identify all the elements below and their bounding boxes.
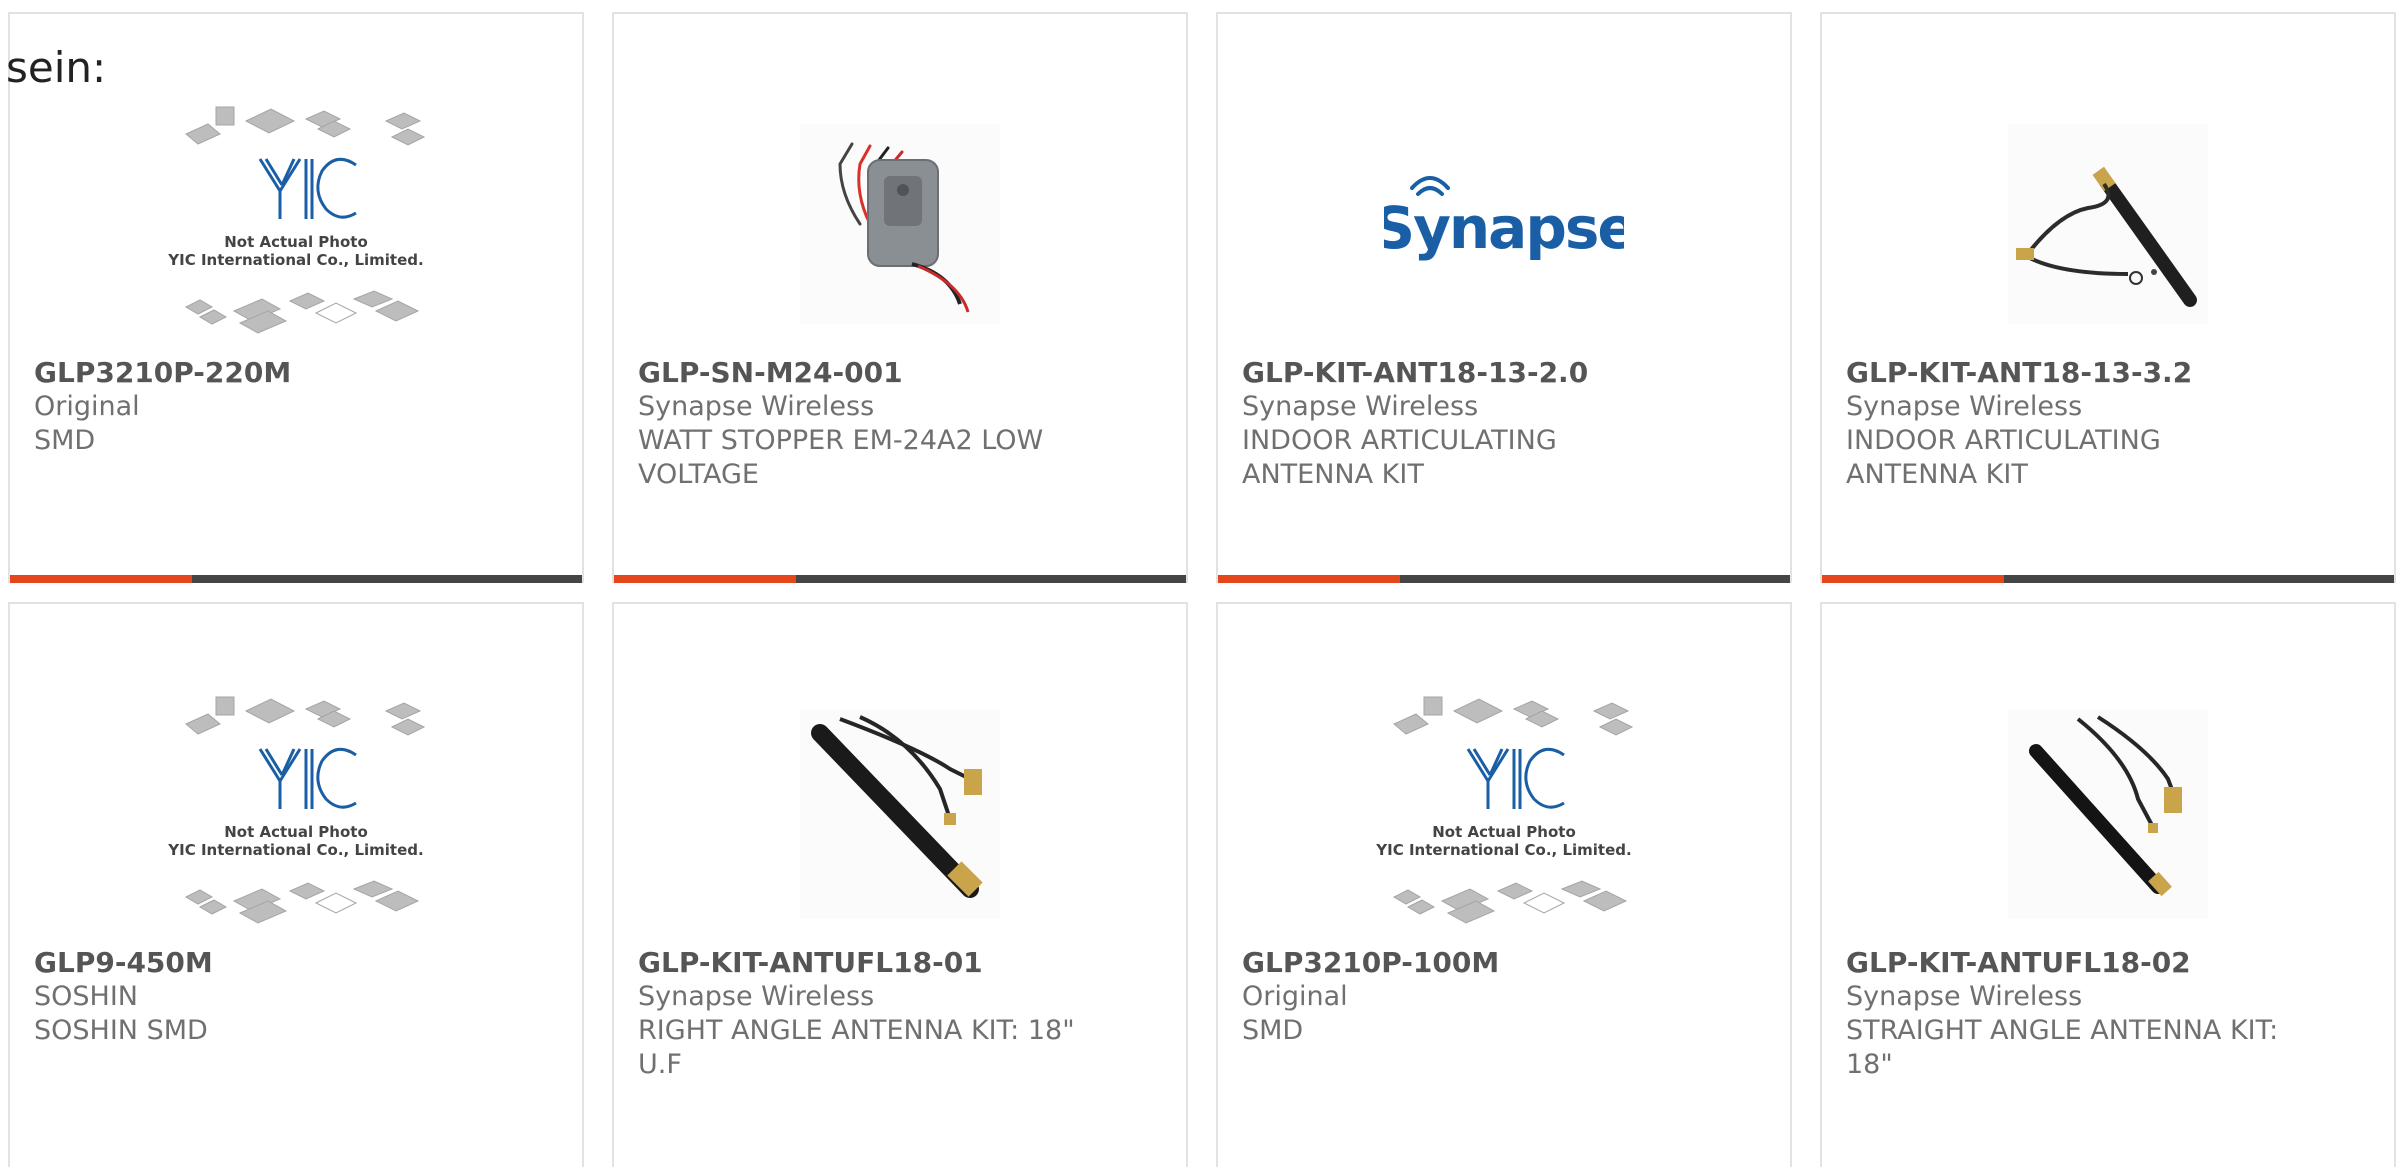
product-card[interactable]: Not Actual Photo YIC International Co., … [8, 602, 584, 1167]
intro-text: sein: [6, 43, 107, 92]
manufacturer: SOSHIN [34, 981, 138, 1012]
description: INDOOR ARTICULATING ANTENNA KIT [1846, 425, 2161, 490]
accent-bar [1218, 575, 1400, 583]
placeholder-line2: YIC International Co., Limited. [167, 841, 423, 859]
placeholder-line1: Not Actual Photo [1432, 823, 1576, 841]
product-image[interactable] [1822, 94, 2394, 354]
product-card[interactable]: Not Actual Photo YIC International Co., … [1216, 602, 1792, 1167]
part-number[interactable]: GLP-KIT-ANT18-13-3.2 [1846, 356, 2192, 390]
product-card[interactable]: Synapse GLP-KIT-ANT18-13-2.0 Synapse Wir… [1216, 12, 1792, 583]
description: SMD [1242, 1015, 1304, 1046]
part-number[interactable]: GLP3210P-100M [1242, 946, 1499, 980]
product-card[interactable]: GLP-KIT-ANT18-13-3.2 Synapse Wireless IN… [1820, 12, 2396, 583]
product-card[interactable]: GLP-SN-M24-001 Synapse Wireless WATT STO… [612, 12, 1188, 583]
description: RIGHT ANGLE ANTENNA KIT: 18" U.F [638, 1015, 1075, 1080]
description: INDOOR ARTICULATING ANTENNA KIT [1242, 425, 1557, 490]
yic-placeholder-icon: Not Actual Photo YIC International Co., … [1375, 696, 1634, 924]
accent-bar [1822, 575, 2004, 583]
manufacturer: Synapse Wireless [1846, 391, 2083, 422]
card-footer-bar [10, 575, 582, 583]
product-card[interactable]: GLP-KIT-ANTUFL18-02 Synapse Wireless STR… [1820, 602, 2396, 1167]
manufacturer: Original [34, 391, 140, 422]
part-number[interactable]: GLP-SN-M24-001 [638, 356, 903, 390]
manufacturer: Synapse Wireless [638, 981, 875, 1012]
product-image[interactable]: Not Actual Photo YIC International Co., … [10, 684, 582, 944]
description: SOSHIN SMD [34, 1015, 208, 1046]
synapse-logo-icon: Synapse [1384, 176, 1624, 262]
product-grid-page: sein: Not Actual Photo YIC International… [0, 0, 2400, 1167]
product-image[interactable]: Synapse [1218, 94, 1790, 354]
product-image[interactable]: Not Actual Photo YIC International Co., … [10, 94, 582, 354]
right-angle-antenna-photo-icon [800, 709, 1000, 919]
product-image[interactable] [614, 684, 1186, 944]
accent-bar [614, 575, 796, 583]
placeholder-line2: YIC International Co., Limited. [1375, 841, 1631, 859]
part-number[interactable]: GLP9-450M [34, 946, 213, 980]
accent-bar [10, 575, 192, 583]
product-image[interactable]: Not Actual Photo YIC International Co., … [1218, 684, 1790, 944]
placeholder-line1: Not Actual Photo [224, 823, 368, 841]
product-image[interactable] [614, 94, 1186, 354]
product-card[interactable]: GLP-KIT-ANTUFL18-01 Synapse Wireless RIG… [612, 602, 1188, 1167]
card-footer-bar [614, 575, 1186, 583]
straight-antenna-photo-icon [2008, 709, 2208, 919]
placeholder-line2: YIC International Co., Limited. [167, 251, 423, 269]
card-footer-bar [1218, 575, 1790, 583]
part-number[interactable]: GLP-KIT-ANTUFL18-02 [1846, 946, 2191, 980]
yic-placeholder-icon: Not Actual Photo YIC International Co., … [167, 106, 426, 334]
antenna-cable-photo-icon [2008, 124, 2208, 324]
description: SMD [34, 425, 96, 456]
product-image[interactable] [1822, 684, 2394, 944]
part-number[interactable]: GLP-KIT-ANT18-13-2.0 [1242, 356, 1588, 390]
part-number[interactable]: GLP-KIT-ANTUFL18-01 [638, 946, 983, 980]
card-footer-bar [1822, 575, 2394, 583]
synapse-logo-text: Synapse [1384, 194, 1624, 262]
motion-sensor-photo-icon [800, 124, 1000, 324]
part-number[interactable]: GLP3210P-220M [34, 356, 291, 390]
manufacturer: Synapse Wireless [1242, 391, 1479, 422]
description: WATT STOPPER EM-24A2 LOW VOLTAGE [638, 425, 1044, 490]
yic-placeholder-icon: Not Actual Photo YIC International Co., … [167, 696, 426, 924]
manufacturer: Synapse Wireless [1846, 981, 2083, 1012]
manufacturer: Original [1242, 981, 1348, 1012]
manufacturer: Synapse Wireless [638, 391, 875, 422]
placeholder-line1: Not Actual Photo [224, 233, 368, 251]
description: STRAIGHT ANGLE ANTENNA KIT: 18" [1846, 1015, 2279, 1080]
